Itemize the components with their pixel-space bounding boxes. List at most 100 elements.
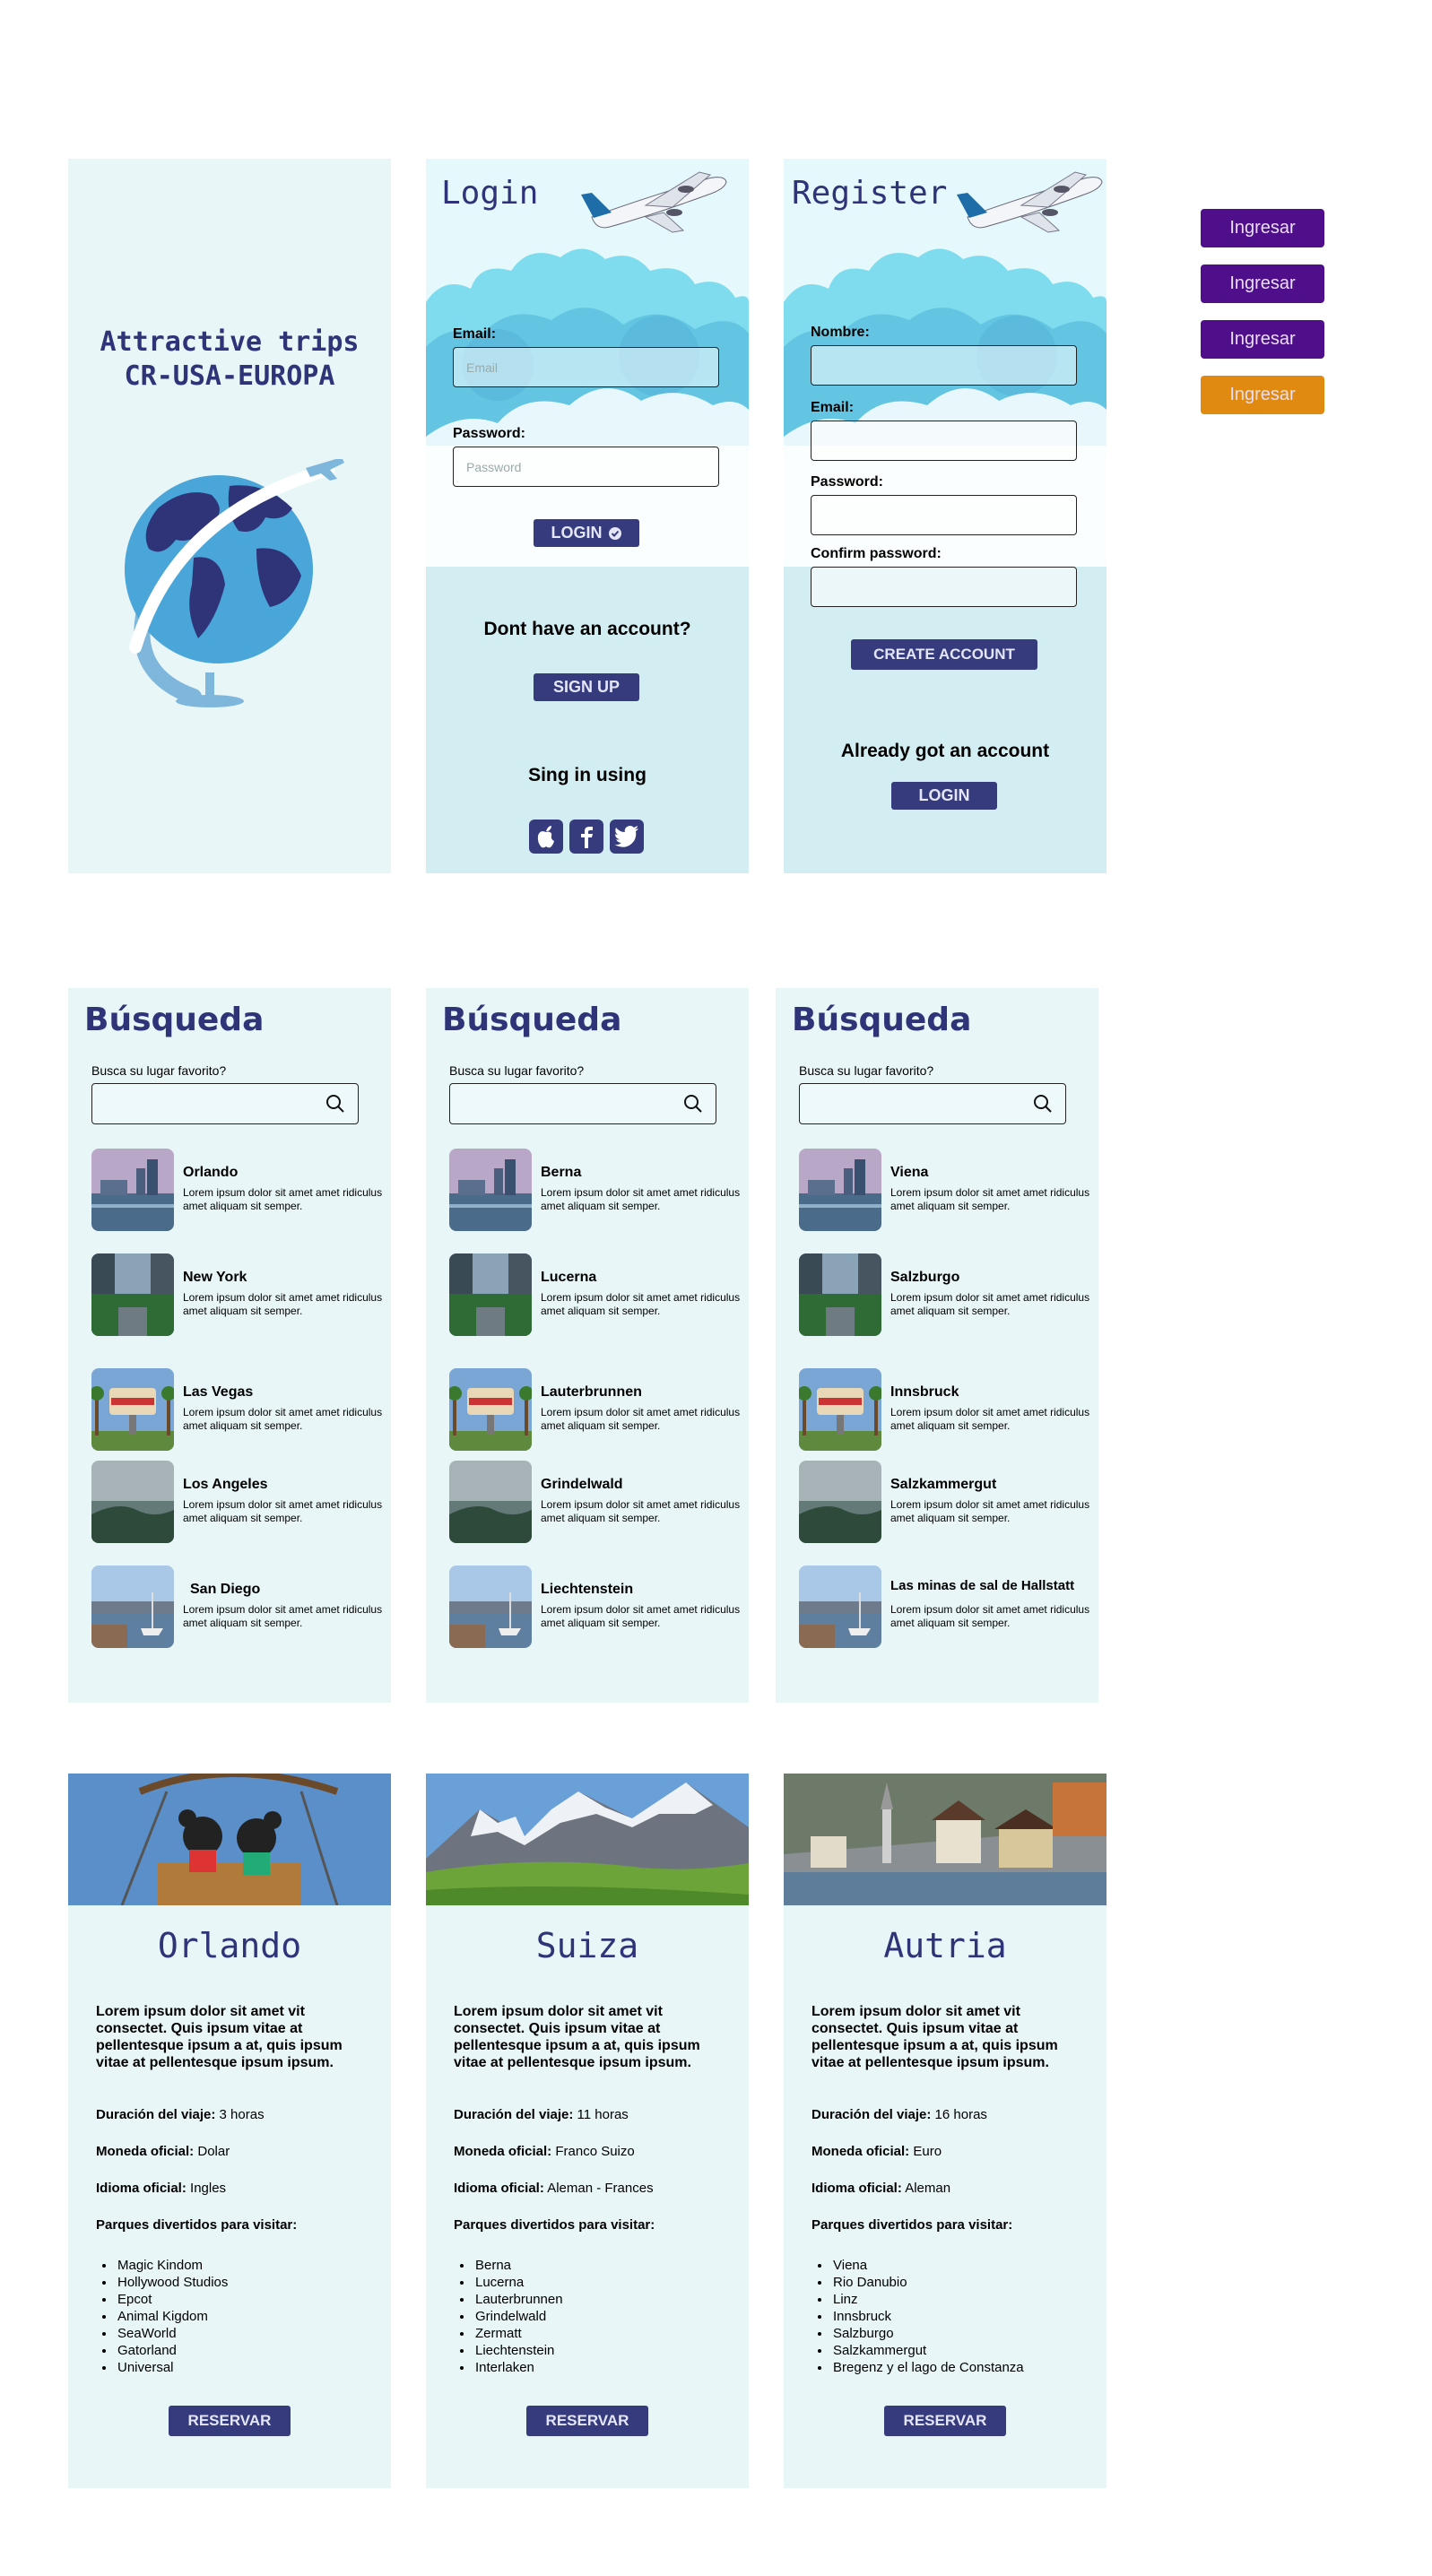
apple-login-button[interactable] xyxy=(529,820,563,854)
password-input[interactable] xyxy=(811,495,1077,535)
item-desc: Lorem ipsum dolor sit amet amet ridiculu… xyxy=(541,1406,741,1432)
city-skyline-image xyxy=(91,1149,174,1231)
item-name: New York xyxy=(183,1270,247,1285)
city-skyline-image xyxy=(799,1149,881,1231)
page-title: Register xyxy=(792,175,948,212)
list-item[interactable]: Las minas de sal de Hallstatt Lorem ipsu… xyxy=(799,1566,1095,1648)
duration-row: Duración del viaje: 3 horas xyxy=(96,2107,265,2122)
list-item[interactable]: New York Lorem ipsum dolor sit amet amet… xyxy=(91,1253,387,1336)
language-row: Idioma oficial: Aleman xyxy=(811,2181,951,2196)
item-name: Liechtenstein xyxy=(541,1582,634,1597)
search-input[interactable] xyxy=(799,1083,1066,1124)
email-placeholder: Email xyxy=(466,360,499,375)
harbor-image xyxy=(91,1566,174,1648)
intro-text: Lorem ipsum dolor sit amet vit consectet… xyxy=(811,2004,1058,2070)
reservar-button[interactable]: RESERVAR xyxy=(884,2406,1006,2436)
list-item: Interlaken xyxy=(473,2359,563,2376)
email-input[interactable]: Email xyxy=(453,347,719,387)
check-circle-icon xyxy=(608,526,621,540)
list-item[interactable]: Orlando Lorem ipsum dolor sit amet amet … xyxy=(91,1149,387,1231)
item-desc: Lorem ipsum dolor sit amet amet ridiculu… xyxy=(541,1603,741,1629)
list-item: Zermatt xyxy=(473,2325,563,2342)
duration-row: Duración del viaje: 16 horas xyxy=(811,2107,987,2122)
airplane-icon xyxy=(581,171,727,233)
duration-row: Duración del viaje: 11 horas xyxy=(454,2107,629,2122)
twitter-login-button[interactable] xyxy=(610,820,644,854)
list-item[interactable]: San Diego Lorem ipsum dolor sit amet ame… xyxy=(91,1566,387,1648)
list-item: Viena xyxy=(831,2257,1024,2274)
language-row: Idioma oficial: Aleman - Frances xyxy=(454,2181,654,2196)
list-item: Salzburgo xyxy=(831,2325,1024,2342)
sign-in-using-text: Sing in using xyxy=(528,765,647,785)
create-account-button[interactable]: CREATE ACCOUNT xyxy=(851,639,1037,670)
parks-list: Berna Lucerna Lauterbrunnen Grindelwald … xyxy=(454,2257,563,2376)
list-item: Salzkammergut xyxy=(831,2342,1024,2359)
item-desc: Lorem ipsum dolor sit amet amet ridiculu… xyxy=(183,1603,383,1629)
item-name: Los Angeles xyxy=(183,1477,268,1492)
city-skyline-image xyxy=(449,1149,532,1231)
street-image xyxy=(91,1253,174,1336)
facebook-icon xyxy=(581,827,593,848)
list-item[interactable]: Liechtenstein Lorem ipsum dolor sit amet… xyxy=(449,1566,745,1648)
hills-image xyxy=(799,1461,881,1543)
list-item[interactable]: Salzburgo Lorem ipsum dolor sit amet ame… xyxy=(799,1253,1095,1336)
page-title: Autria xyxy=(883,1926,1007,1965)
hero-image xyxy=(68,1774,391,1905)
login-button[interactable]: LOGIN xyxy=(891,782,997,810)
list-item[interactable]: Las Vegas Lorem ipsum dolor sit amet ame… xyxy=(91,1368,387,1451)
password-label: Password: xyxy=(811,474,883,490)
list-item: Hollywood Studios xyxy=(116,2274,228,2291)
ingresar-button-1[interactable]: Ingresar xyxy=(1201,209,1324,247)
list-item[interactable]: Lauterbrunnen Lorem ipsum dolor sit amet… xyxy=(449,1368,745,1451)
ingresar-button-4[interactable]: Ingresar xyxy=(1201,376,1324,414)
ingresar-button-2[interactable]: Ingresar xyxy=(1201,265,1324,303)
list-item[interactable]: Innsbruck Lorem ipsum dolor sit amet ame… xyxy=(799,1368,1095,1451)
list-item[interactable]: Salzkammergut Lorem ipsum dolor sit amet… xyxy=(799,1461,1095,1543)
search-input[interactable] xyxy=(91,1083,359,1124)
currency-row: Moneda oficial: Euro xyxy=(811,2144,942,2159)
signup-button[interactable]: SIGN UP xyxy=(534,673,639,701)
language-row: Idioma oficial: Ingles xyxy=(96,2181,227,2196)
sign-image xyxy=(91,1368,174,1451)
item-desc: Lorem ipsum dolor sit amet amet ridiculu… xyxy=(541,1498,741,1524)
apple-icon xyxy=(537,826,554,848)
item-name: Grindelwald xyxy=(541,1477,623,1492)
item-name: Lucerna xyxy=(541,1270,597,1285)
hero-image xyxy=(426,1774,749,1905)
item-desc: Lorem ipsum dolor sit amet amet ridiculu… xyxy=(890,1498,1090,1524)
currency-row: Moneda oficial: Franco Suizo xyxy=(454,2144,635,2159)
list-item: Berna xyxy=(473,2257,563,2274)
currency-row: Moneda oficial: Dolar xyxy=(96,2144,230,2159)
item-desc: Lorem ipsum dolor sit amet amet ridiculu… xyxy=(183,1291,383,1317)
list-item[interactable]: Lucerna Lorem ipsum dolor sit amet amet … xyxy=(449,1253,745,1336)
reservar-button[interactable]: RESERVAR xyxy=(526,2406,648,2436)
search-input[interactable] xyxy=(449,1083,716,1124)
list-item[interactable]: Los Angeles Lorem ipsum dolor sit amet a… xyxy=(91,1461,387,1543)
list-item[interactable]: Berna Lorem ipsum dolor sit amet amet ri… xyxy=(449,1149,745,1231)
reservar-button[interactable]: RESERVAR xyxy=(169,2406,291,2436)
item-desc: Lorem ipsum dolor sit amet amet ridiculu… xyxy=(541,1291,741,1317)
email-input[interactable] xyxy=(811,421,1077,461)
item-desc: Lorem ipsum dolor sit amet amet ridiculu… xyxy=(890,1406,1090,1432)
list-item[interactable]: Viena Lorem ipsum dolor sit amet amet ri… xyxy=(799,1149,1095,1231)
item-desc: Lorem ipsum dolor sit amet amet ridiculu… xyxy=(183,1186,383,1212)
facebook-login-button[interactable] xyxy=(569,820,603,854)
item-name: Berna xyxy=(541,1165,582,1180)
list-item: Liechtenstein xyxy=(473,2342,563,2359)
search-icon xyxy=(326,1095,344,1113)
detail-screen-suiza: Suiza Lorem ipsum dolor sit amet vit con… xyxy=(426,1774,749,2488)
list-item: Rio Danubio xyxy=(831,2274,1024,2291)
airplane-icon xyxy=(957,171,1103,233)
nombre-input[interactable] xyxy=(811,345,1077,386)
ingresar-button-3[interactable]: Ingresar xyxy=(1201,320,1324,359)
password-input[interactable]: Password xyxy=(453,447,719,487)
item-desc: Lorem ipsum dolor sit amet amet ridiculu… xyxy=(541,1186,741,1212)
globe-illustration xyxy=(125,459,344,707)
page-title: Búsqueda xyxy=(84,1002,265,1038)
item-desc: Lorem ipsum dolor sit amet amet ridiculu… xyxy=(890,1291,1090,1317)
list-item[interactable]: Grindelwald Lorem ipsum dolor sit amet a… xyxy=(449,1461,745,1543)
list-item: Lucerna xyxy=(473,2274,563,2291)
page-title: Orlando xyxy=(157,1926,302,1965)
login-button[interactable]: LOGIN xyxy=(534,519,639,547)
confirm-password-input[interactable] xyxy=(811,567,1077,607)
